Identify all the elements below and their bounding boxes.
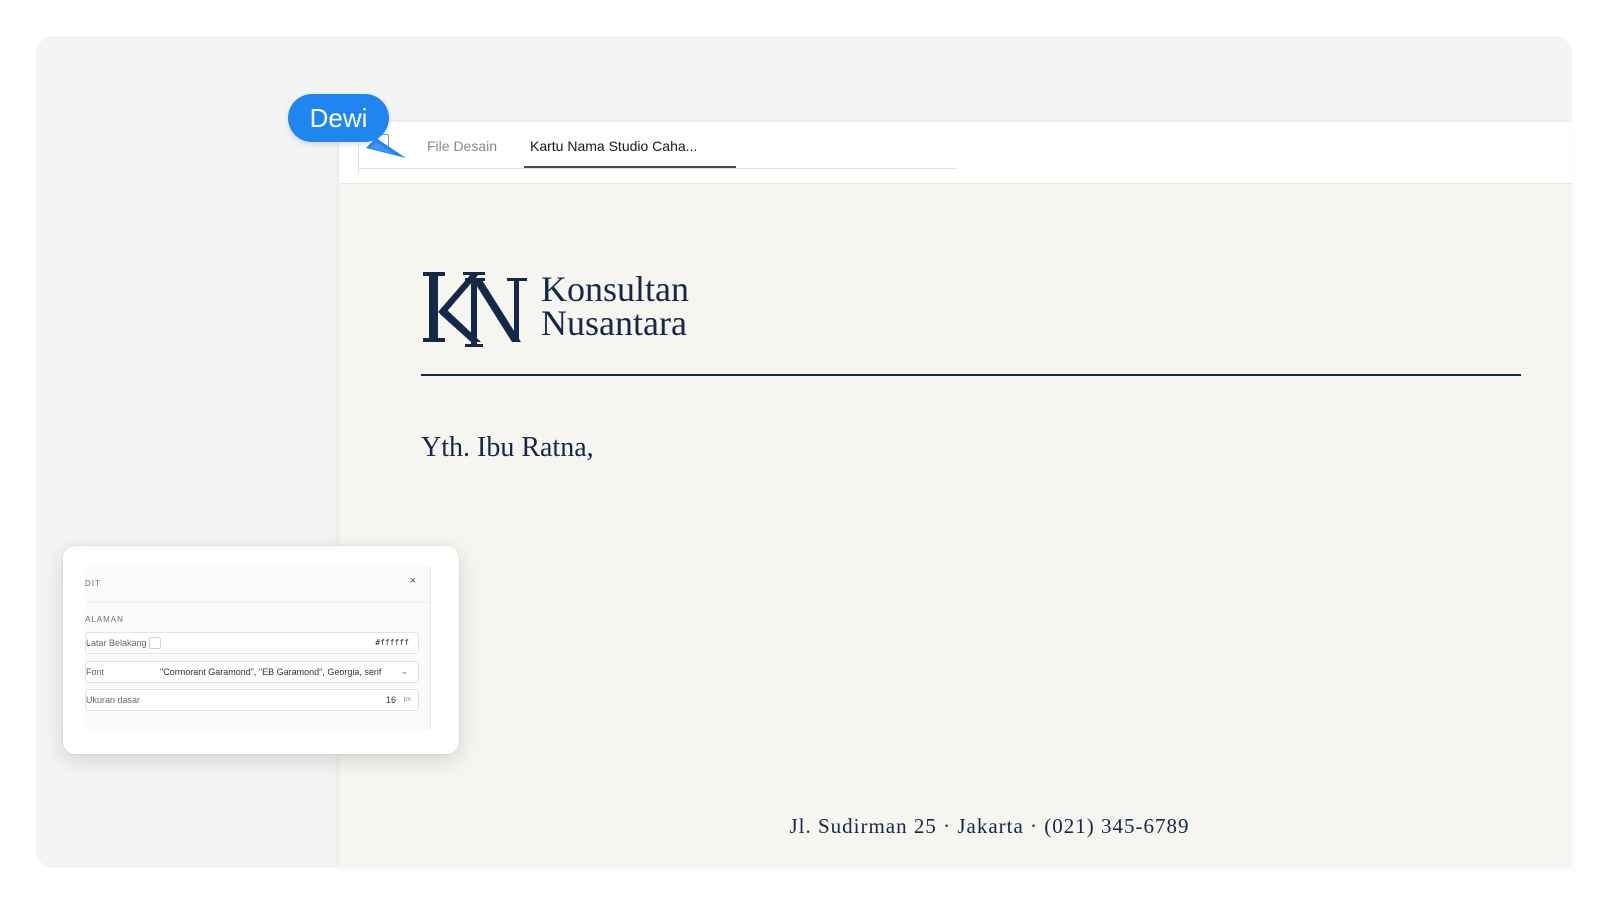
tab-underline-track [358,168,957,169]
tab-bar-divider [358,144,359,174]
edit-panel-title: DIT [85,579,101,588]
tab-file-desain[interactable]: File Desain [427,138,497,168]
base-size-unit: px [403,696,411,703]
edit-panel-header: DIT × [85,566,430,603]
font-value[interactable]: "Cormorant Garamond", "EB Garamond", Geo… [160,667,381,677]
base-size-value[interactable]: 16 [386,695,396,705]
tab-bar: File Desain Kartu Nama Studio Caha... [339,122,1572,184]
chevron-down-icon[interactable]: ⌄ [400,666,408,677]
collaborator-cursor-icon [366,138,406,158]
font-label: Font [86,667,105,677]
footer-address[interactable]: Jl. Sudirman 25 · Jakarta · (021) 345-67… [339,814,1572,839]
color-swatch-icon[interactable] [149,637,161,649]
background-color-field[interactable]: Latar Belakang #ffffff [85,632,419,654]
background-label: Latar Belakang [86,638,147,648]
section-title-page: ALAMAN [85,615,124,624]
salutation[interactable]: Yth. Ibu Ratna, [421,432,594,464]
brand-line-1: Konsultan [541,269,689,309]
font-select[interactable]: Font "Cormorant Garamond", "EB Garamond"… [85,661,419,683]
base-size-field[interactable]: Ukuran dasar 16 px [85,689,419,711]
edit-panel: DIT × ALAMAN Latar Belakang #ffffff Font… [85,566,431,730]
letterhead-page: Konsultan Nusantara Yth. Ibu Ratna, Jl. … [339,184,1572,868]
base-size-label: Ukuran dasar [86,695,141,705]
tab-active-document[interactable]: Kartu Nama Studio Caha... [524,138,736,168]
edit-panel-preview: DIT × ALAMAN Latar Belakang #ffffff Font… [63,546,459,754]
editor-window: File Desain Kartu Nama Studio Caha... Ko… [339,122,1572,868]
close-icon[interactable]: × [410,575,416,587]
background-hex-value[interactable]: #ffffff [375,638,409,647]
brand-name: Konsultan Nusantara [541,269,689,343]
brand-line-2: Nusantara [541,303,687,343]
header-divider [421,374,1521,376]
kn-monogram-logo [423,272,527,347]
